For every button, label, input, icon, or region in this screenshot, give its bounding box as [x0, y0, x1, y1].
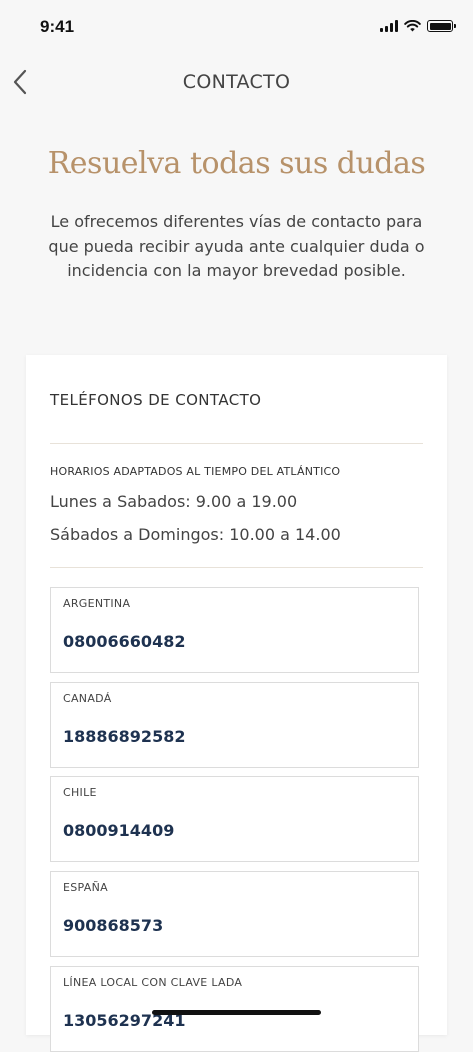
- wifi-icon: [404, 20, 421, 32]
- divider: [50, 443, 423, 444]
- phone-item-espana[interactable]: ESPAÑA 900868573: [50, 871, 419, 957]
- phone-item-linea-local[interactable]: LÍNEA LOCAL CON CLAVE LADA 13056297241: [50, 966, 419, 1052]
- phone-item-chile[interactable]: CHILE 0800914409: [50, 776, 419, 862]
- hours-label: HORARIOS ADAPTADOS AL TIEMPO DEL ATLÁNTI…: [50, 465, 341, 478]
- country-label: LÍNEA LOCAL CON CLAVE LADA: [63, 976, 243, 989]
- country-label: CANADÁ: [63, 692, 112, 705]
- home-indicator: [152, 1010, 321, 1015]
- hero-title: Resuelva todas sus dudas: [47, 146, 426, 181]
- hero-description: Le ofrecemos diferentes vías de contacto…: [48, 212, 425, 280]
- section-title: TELÉFONOS DE CONTACTO: [50, 391, 262, 409]
- status-bar: 9:41: [0, 0, 473, 56]
- status-icons: [380, 20, 456, 32]
- phone-number-link[interactable]: 18886892582: [63, 727, 185, 746]
- hours-weekends: Sábados a Domingos: 10.00 a 14.00: [50, 525, 341, 544]
- battery-icon: [427, 20, 456, 32]
- phone-number-link[interactable]: 900868573: [63, 916, 163, 935]
- phone-number-link[interactable]: 0800914409: [63, 821, 174, 840]
- status-time: 9:41: [40, 17, 75, 36]
- navigation-bar: CONTACTO: [0, 56, 473, 108]
- country-label: CHILE: [63, 786, 97, 799]
- country-label: ESPAÑA: [63, 881, 108, 894]
- hours-weekdays: Lunes a Sabados: 9.00 a 19.00: [50, 492, 298, 511]
- contact-phones-card: TELÉFONOS DE CONTACTO HORARIOS ADAPTADOS…: [26, 355, 447, 1052]
- phone-item-argentina[interactable]: ARGENTINA 08006660482: [50, 587, 419, 673]
- phone-number-link[interactable]: 08006660482: [63, 632, 185, 651]
- cellular-signal-icon: [380, 20, 398, 32]
- phone-item-canada[interactable]: CANADÁ 18886892582: [50, 682, 419, 768]
- divider: [50, 567, 423, 568]
- page-title: CONTACTO: [182, 71, 291, 93]
- country-label: ARGENTINA: [63, 597, 131, 610]
